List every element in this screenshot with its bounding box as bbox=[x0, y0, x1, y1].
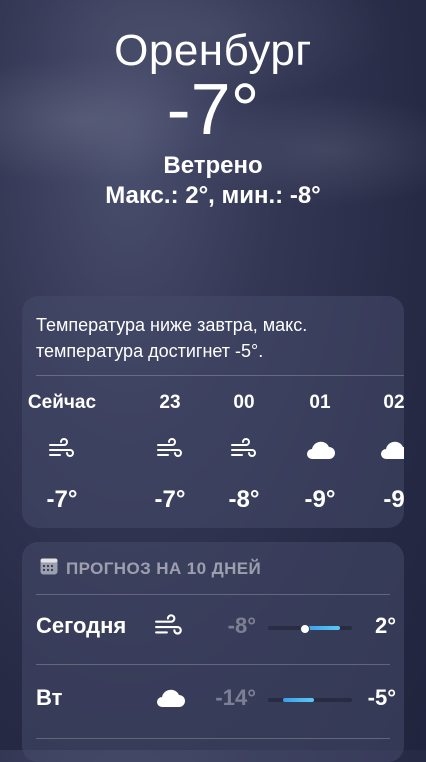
day-name: Сегодня bbox=[36, 613, 127, 638]
hourly-forecast-card[interactable]: Температура ниже завтра, макс. температу… bbox=[22, 296, 404, 528]
wind-icon bbox=[130, 434, 210, 464]
temperature-range-fill bbox=[304, 626, 341, 630]
high-low-temperature: Макс.: 2°, мин.: -8° bbox=[105, 182, 321, 209]
hour-label: Сейчас bbox=[27, 392, 97, 413]
daily-row-today[interactable]: Сегодня -8° 2° bbox=[22, 598, 404, 658]
hourly-item[interactable]: 00 -8° bbox=[204, 392, 284, 514]
day-low-temperature: -8° bbox=[227, 613, 256, 638]
hour-temperature: -7° bbox=[154, 486, 186, 513]
city-name: Оренбург bbox=[114, 26, 312, 75]
daily-forecast-title: ПРОГНОЗ НА 10 ДНЕЙ bbox=[66, 559, 262, 578]
divider bbox=[36, 738, 390, 739]
day-name: Вт bbox=[36, 685, 63, 710]
wind-icon bbox=[22, 434, 102, 464]
divider bbox=[36, 594, 390, 595]
hourly-item[interactable]: 23 -7° bbox=[130, 392, 210, 514]
divider bbox=[36, 375, 404, 376]
hourly-item[interactable]: 01 -9° bbox=[280, 392, 360, 514]
current-temperature: -7° bbox=[166, 70, 260, 150]
weather-condition: Ветрено bbox=[163, 152, 263, 179]
day-high-temperature: 2° bbox=[374, 613, 396, 638]
hour-temperature: -8° bbox=[228, 486, 260, 513]
day-high-temperature: -5° bbox=[367, 685, 396, 710]
temperature-range-fill bbox=[283, 698, 315, 702]
hour-temperature: -9 bbox=[383, 486, 404, 513]
forecast-summary: Температура ниже завтра, макс. температу… bbox=[36, 315, 308, 361]
hour-label: 23 bbox=[159, 392, 181, 413]
cloud-icon bbox=[354, 434, 404, 464]
calendar-icon bbox=[40, 558, 58, 580]
daily-forecast-card[interactable]: ПРОГНОЗ НА 10 ДНЕЙ Сегодня -8° 2° Вт -14… bbox=[22, 542, 404, 762]
hour-label: 02 bbox=[383, 392, 404, 413]
temperature-range-bar bbox=[268, 698, 352, 702]
hour-label: 01 bbox=[309, 392, 331, 413]
wind-icon bbox=[204, 434, 284, 464]
day-low-temperature: -14° bbox=[215, 685, 256, 710]
hourly-item[interactable]: 02 -9 bbox=[354, 392, 404, 514]
daily-forecast-header: ПРОГНОЗ НА 10 ДНЕЙ bbox=[40, 558, 261, 580]
cloud-icon bbox=[154, 686, 186, 713]
current-temperature-dot bbox=[299, 624, 310, 634]
divider bbox=[36, 664, 390, 665]
hour-label: 00 bbox=[233, 392, 255, 413]
hourly-item[interactable]: Сейчас -7° bbox=[22, 392, 102, 514]
hour-temperature: -9° bbox=[304, 486, 336, 513]
hour-temperature: -7° bbox=[46, 486, 78, 513]
daily-row-tuesday[interactable]: Вт -14° -5° bbox=[22, 670, 404, 730]
cloud-icon bbox=[280, 434, 360, 464]
temperature-range-bar bbox=[268, 624, 352, 634]
wind-icon bbox=[154, 614, 184, 643]
